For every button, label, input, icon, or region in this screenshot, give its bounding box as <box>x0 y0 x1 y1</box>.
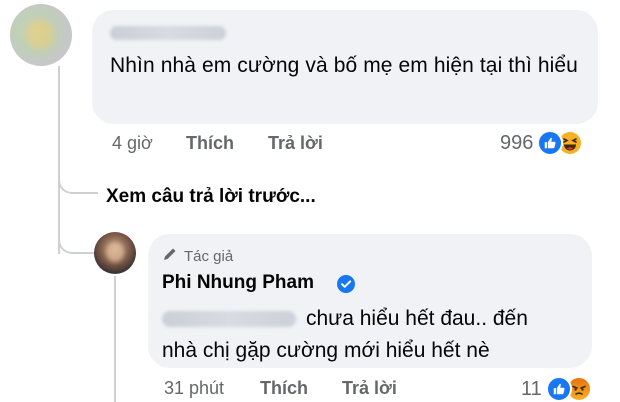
author-badge-label: Tác giả <box>184 248 234 265</box>
thread-connector <box>58 230 94 254</box>
comment-time[interactable]: 4 giờ <box>112 133 186 154</box>
reply-text: nhà chị gặp cường mới hiểu hết nè <box>162 339 490 362</box>
pencil-icon <box>162 246 178 267</box>
like-icon <box>545 376 572 402</box>
see-previous-replies-link[interactable]: Xem câu trả lời trước... <box>106 186 316 208</box>
like-button[interactable]: Thích <box>260 378 342 399</box>
like-button[interactable]: Thích <box>186 133 268 154</box>
reaction-summary[interactable]: 996 <box>500 130 584 156</box>
comment-text: Nhìn nhà em cường và bố mẹ em hiện tại t… <box>110 54 578 77</box>
reply-text-line: chưa hiểu hết đau.. đến <box>162 304 528 334</box>
reply-bubble: Tác giả Phi Nhung Pham chưa hiểu hết đau… <box>148 234 592 368</box>
reaction-count: 996 <box>500 131 534 154</box>
verified-badge-icon <box>336 274 356 299</box>
reply-button[interactable]: Trả lời <box>268 133 323 154</box>
reply-button[interactable]: Trả lời <box>342 378 397 399</box>
author-name[interactable]: Phi Nhung Pham <box>162 272 314 294</box>
reply-actions: 31 phút Thích Trả lời <box>164 378 397 399</box>
reply-text: chưa hiểu hết đau.. đến <box>306 307 528 330</box>
comment-actions: 4 giờ Thích Trả lời <box>112 133 323 154</box>
author-avatar[interactable] <box>94 232 136 274</box>
reaction-summary[interactable]: 11 <box>521 376 592 402</box>
reply-time[interactable]: 31 phút <box>164 378 260 399</box>
blurred-mention[interactable] <box>162 311 296 327</box>
thread-line <box>114 276 116 402</box>
commenter-avatar[interactable] <box>10 4 72 66</box>
comment-bubble: Nhìn nhà em cường và bố mẹ em hiện tại t… <box>92 10 598 124</box>
blurred-commenter-name[interactable] <box>110 26 226 40</box>
author-badge: Tác giả <box>162 246 233 267</box>
reaction-count: 11 <box>521 377 542 400</box>
thread-connector <box>58 170 98 194</box>
